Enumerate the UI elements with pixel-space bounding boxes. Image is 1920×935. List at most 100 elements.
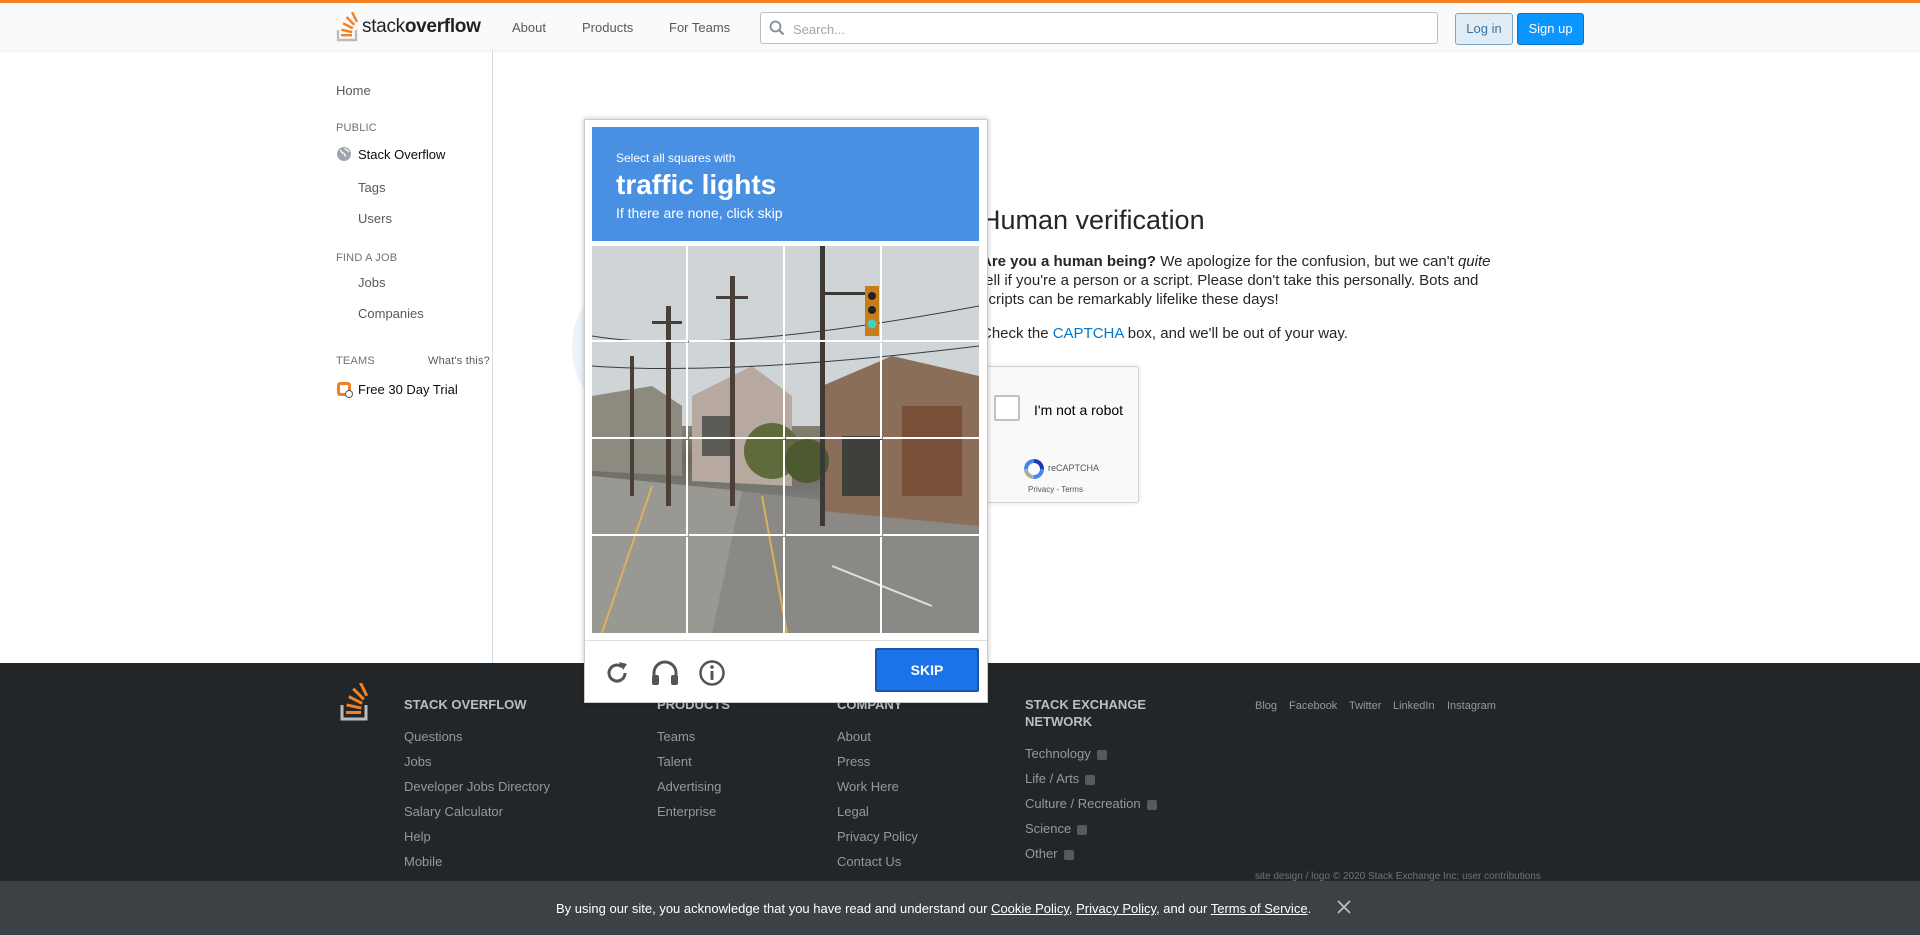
footer-link-about[interactable]: About <box>837 729 871 744</box>
footer-link-other[interactable]: Other <box>1025 846 1074 861</box>
cookie-notice-text: By using our site, you acknowledge that … <box>556 901 1312 916</box>
challenge-image-grid <box>592 246 979 633</box>
footer-logo-icon[interactable] <box>339 683 371 721</box>
footer-link-culture[interactable]: Culture / Recreation <box>1025 796 1157 811</box>
captcha-challenge-popup: Select all squares with traffic lights I… <box>584 119 988 703</box>
footer-link-contact-us[interactable]: Contact Us <box>837 854 901 869</box>
globe-icon <box>337 147 351 161</box>
sidebar-item-free-trial[interactable]: Free 30 Day Trial <box>336 380 458 398</box>
challenge-footer: SKIP <box>585 640 987 703</box>
sidebar-item-stack-overflow[interactable]: Stack Overflow <box>336 146 445 162</box>
grid-tile[interactable] <box>592 440 688 536</box>
challenge-note: If there are none, click skip <box>616 205 783 221</box>
more-badge-icon <box>1077 824 1088 835</box>
recaptcha-label: I'm not a robot <box>1034 402 1124 418</box>
teams-briefcase-icon <box>337 382 353 398</box>
footer-link-questions[interactable]: Questions <box>404 729 463 744</box>
grid-tile[interactable] <box>883 440 979 536</box>
more-badge-icon <box>1096 749 1107 760</box>
footer-link-legal[interactable]: Legal <box>837 804 869 819</box>
nav-about[interactable]: About <box>512 20 546 35</box>
footer-heading-stack-exchange[interactable]: STACK EXCHANGE NETWORK <box>1025 696 1146 730</box>
footer-social-linkedin[interactable]: LinkedIn <box>1393 700 1435 712</box>
reload-icon[interactable] <box>603 659 631 687</box>
footer-link-jobs[interactable]: Jobs <box>404 754 431 769</box>
sidebar-item-tags[interactable]: Tags <box>358 180 385 195</box>
footer-link-teams[interactable]: Teams <box>657 729 695 744</box>
grid-tile[interactable] <box>689 246 785 342</box>
privacy-policy-link[interactable]: Privacy Policy <box>1076 901 1156 916</box>
grid-tile[interactable] <box>592 537 688 633</box>
footer-social-twitter[interactable]: Twitter <box>1349 700 1381 712</box>
footer-link-developer-jobs[interactable]: Developer Jobs Directory <box>404 779 550 794</box>
nav-for-teams[interactable]: For Teams <box>669 20 730 35</box>
footer-link-life-arts[interactable]: Life / Arts <box>1025 771 1096 786</box>
search-icon <box>769 20 785 36</box>
footer-social-instagram[interactable]: Instagram <box>1447 700 1496 712</box>
footer-link-salary[interactable]: Salary Calculator <box>404 804 503 819</box>
cookie-banner: By using our site, you acknowledge that … <box>0 881 1920 935</box>
footer-link-enterprise[interactable]: Enterprise <box>657 804 716 819</box>
recaptcha-checkbox[interactable] <box>994 395 1020 421</box>
search-input[interactable] <box>791 13 1425 45</box>
footer-link-talent[interactable]: Talent <box>657 754 692 769</box>
sidebar-heading-teams: TEAMS <box>336 355 375 367</box>
footer-link-privacy-policy[interactable]: Privacy Policy <box>837 829 918 844</box>
sidebar-item-jobs[interactable]: Jobs <box>358 275 385 290</box>
sidebar-item-label: Stack Overflow <box>358 146 446 162</box>
footer-link-mobile[interactable]: Mobile <box>404 854 442 869</box>
more-badge-icon <box>1146 799 1157 810</box>
more-badge-icon <box>1063 849 1074 860</box>
grid-tile[interactable] <box>689 440 785 536</box>
left-sidebar: Home PUBLIC Stack Overflow Tags Users FI… <box>0 50 493 663</box>
sidebar-item-home[interactable]: Home <box>336 83 371 98</box>
footer-link-help[interactable]: Help <box>404 829 431 844</box>
close-icon[interactable] <box>1335 898 1353 916</box>
grid-tile[interactable] <box>786 537 882 633</box>
captcha-link[interactable]: CAPTCHA <box>1053 325 1124 342</box>
footer-social-facebook[interactable]: Facebook <box>1289 700 1337 712</box>
grid-tile[interactable] <box>786 440 882 536</box>
grid-tile[interactable] <box>689 537 785 633</box>
sidebar-item-label: Free 30 Day Trial <box>358 381 458 397</box>
page-title: Human verification <box>981 205 1205 235</box>
grid-tile[interactable] <box>592 246 688 342</box>
logo-text: stackoverflow <box>362 16 481 37</box>
grid-tile[interactable] <box>689 343 785 439</box>
grid-tile[interactable] <box>883 246 979 342</box>
audio-icon[interactable] <box>650 659 680 687</box>
stackoverflow-logo[interactable]: stackoverflow <box>336 12 481 42</box>
grid-tile[interactable] <box>883 537 979 633</box>
challenge-header: Select all squares with traffic lights I… <box>592 127 979 241</box>
cookie-policy-link[interactable]: Cookie Policy <box>991 901 1069 916</box>
grid-tile[interactable] <box>786 246 882 342</box>
login-button[interactable]: Log in <box>1455 13 1513 45</box>
nav-products[interactable]: Products <box>582 20 633 35</box>
terms-of-service-link[interactable]: Terms of Service <box>1211 901 1308 916</box>
challenge-instruction-small: Select all squares with <box>616 151 736 165</box>
grid-tile[interactable] <box>883 343 979 439</box>
sidebar-heading-find-job: FIND A JOB <box>336 252 398 264</box>
footer-link-work-here[interactable]: Work Here <box>837 779 899 794</box>
search-box <box>760 12 1438 45</box>
sidebar-item-users[interactable]: Users <box>358 211 392 226</box>
sidebar-item-companies[interactable]: Companies <box>358 306 424 321</box>
footer-link-science[interactable]: Science <box>1025 821 1088 836</box>
grid-tile[interactable] <box>592 343 688 439</box>
captcha-instruction: Check the CAPTCHA box, and we'll be out … <box>981 325 1348 342</box>
more-badge-icon <box>1085 774 1096 785</box>
footer-link-advertising[interactable]: Advertising <box>657 779 721 794</box>
recaptcha-privacy-terms[interactable]: Privacy - Terms <box>1028 485 1083 494</box>
footer-heading-stack-overflow[interactable]: STACK OVERFLOW <box>404 696 527 713</box>
footer-link-technology[interactable]: Technology <box>1025 746 1107 761</box>
footer-link-press[interactable]: Press <box>837 754 870 769</box>
skip-button[interactable]: SKIP <box>875 648 979 692</box>
recaptcha-brand: reCAPTCHA <box>1048 463 1100 473</box>
challenge-target: traffic lights <box>616 169 777 200</box>
footer-social-blog[interactable]: Blog <box>1255 700 1277 712</box>
info-icon[interactable] <box>698 659 726 687</box>
recaptcha-widget: I'm not a robot reCAPTCHA Privacy - Term… <box>983 366 1139 503</box>
grid-tile[interactable] <box>786 343 882 439</box>
whats-this-link[interactable]: What's this? <box>428 355 490 367</box>
signup-button[interactable]: Sign up <box>1517 13 1584 45</box>
